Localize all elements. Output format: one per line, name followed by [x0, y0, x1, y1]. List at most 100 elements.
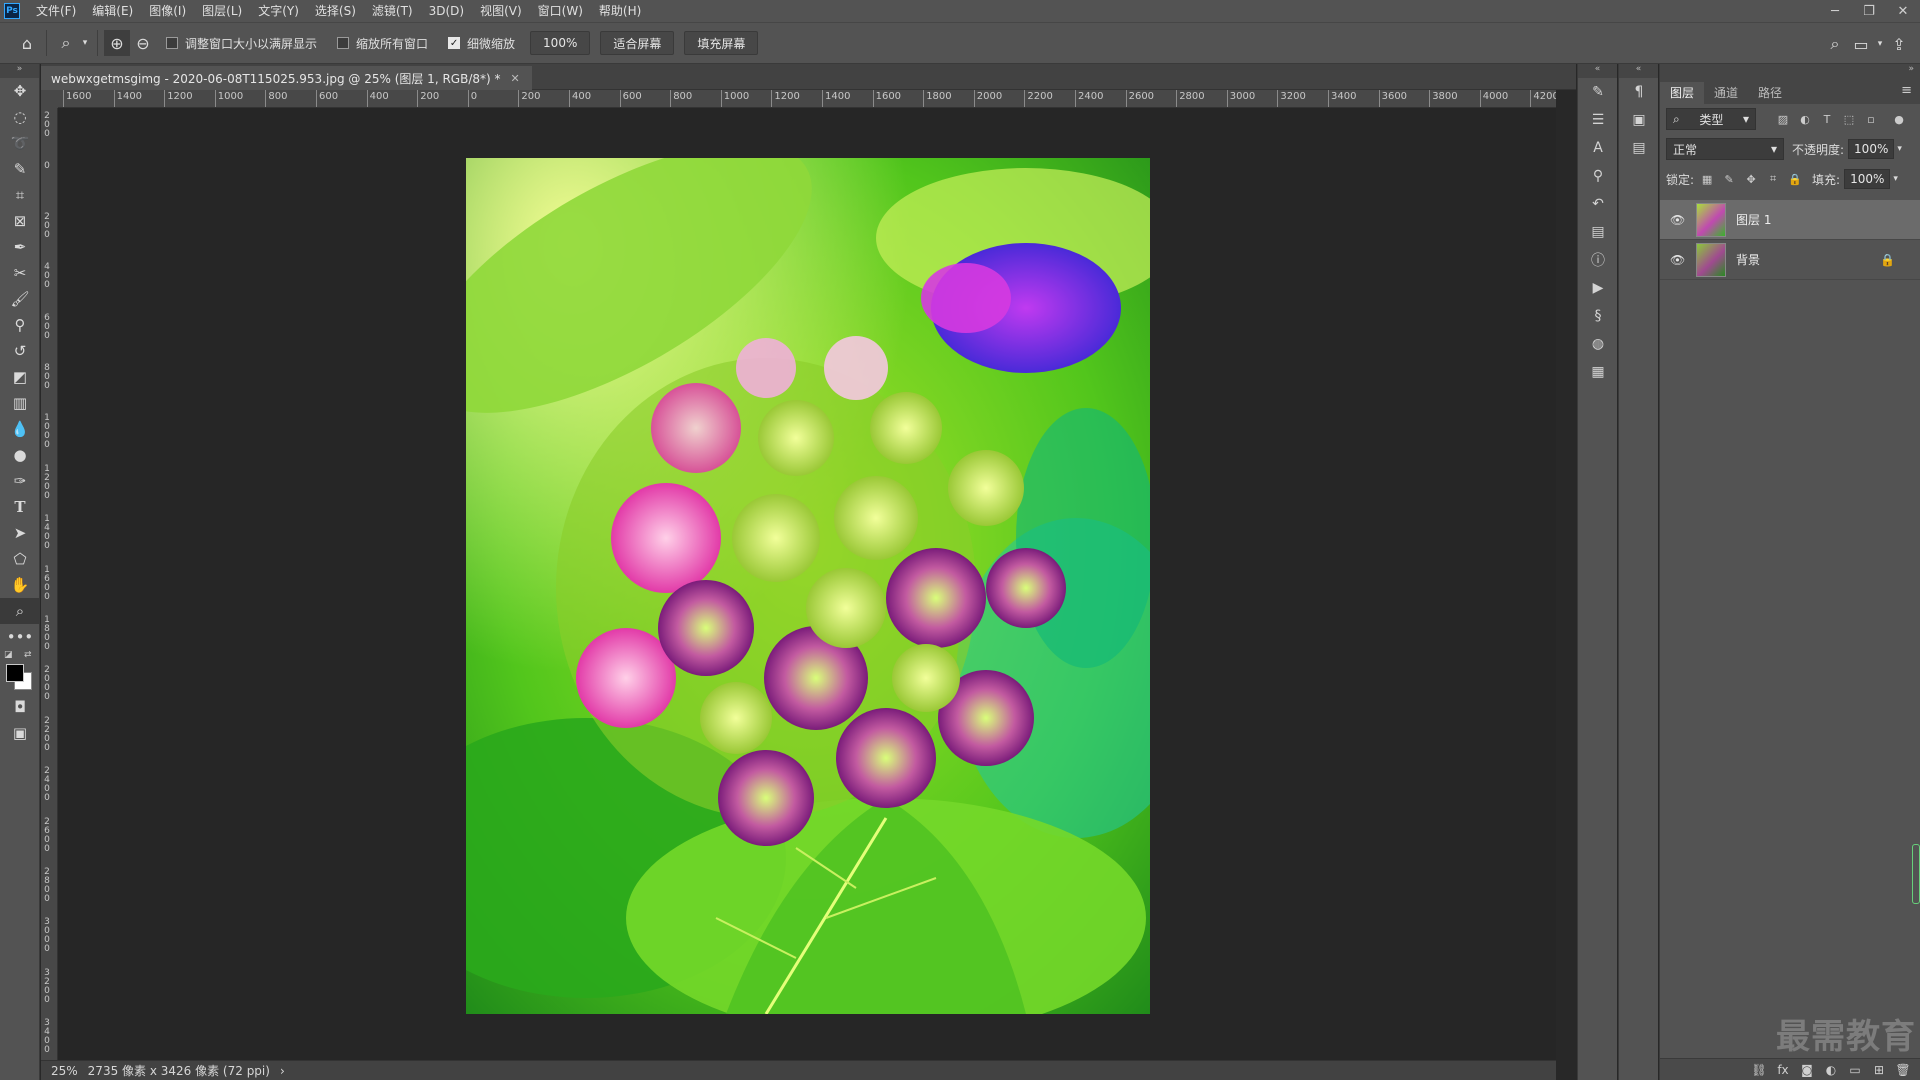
tab-paths[interactable]: 路径 [1748, 82, 1792, 104]
filter-pixel-icon[interactable]: ▨ [1774, 110, 1792, 128]
color-icon[interactable]: ◍ [1578, 330, 1618, 358]
eraser-tool-icon[interactable]: ◩ [0, 364, 40, 390]
chevron-down-icon[interactable]: ▾ [1874, 31, 1886, 57]
default-colors-icon[interactable]: ◪ [4, 650, 13, 660]
ruler-origin[interactable] [41, 90, 58, 108]
glyphs-icon[interactable]: § [1578, 302, 1618, 330]
share-icon[interactable]: ⇪ [1886, 31, 1912, 57]
collapse-panels-icon[interactable]: « [1578, 64, 1617, 78]
canvas-area[interactable] [58, 108, 1556, 1060]
quick-mask-icon[interactable]: ◘ [0, 694, 40, 720]
filter-adjustment-icon[interactable]: ◐ [1796, 110, 1814, 128]
close-icon[interactable]: ✕ [1886, 0, 1920, 22]
chevron-down-icon[interactable]: ▾ [79, 30, 91, 56]
pen-tool-icon[interactable]: ✑ [0, 468, 40, 494]
frame-tool-icon[interactable]: ⊠ [0, 208, 40, 234]
lock-pixels-icon[interactable]: ✎ [1720, 170, 1738, 188]
fit-screen-button[interactable]: 适合屏幕 [600, 31, 675, 55]
path-select-tool-icon[interactable]: ➤ [0, 520, 40, 546]
menu-help[interactable]: 帮助(H) [591, 0, 649, 22]
layer-filter-select[interactable]: ⌕ 类型 ▾ [1666, 108, 1756, 130]
history-brush-tool-icon[interactable]: ↺ [0, 338, 40, 364]
filter-smart-object-icon[interactable]: ▫ [1862, 110, 1880, 128]
filter-toggle-icon[interactable]: ● [1890, 110, 1908, 128]
menu-edit[interactable]: 编辑(E) [84, 0, 141, 22]
zoom-tool-preset-icon[interactable]: ⌕ [53, 30, 79, 56]
tab-layers[interactable]: 图层 [1660, 82, 1705, 104]
new-group-icon[interactable]: ▭ [1843, 1063, 1867, 1077]
visibility-eye-icon[interactable]: 👁 [1670, 253, 1688, 267]
chevron-down-icon[interactable]: ▾ [1897, 144, 1902, 154]
layer-style-icon[interactable]: fx [1771, 1063, 1795, 1077]
healing-tool-icon[interactable]: ✂ [0, 260, 40, 286]
foreground-color-swatch[interactable] [6, 664, 24, 682]
menu-type[interactable]: 文字(Y) [250, 0, 307, 22]
zoom-all-option[interactable]: 缩放所有窗口 [337, 35, 428, 52]
screen-mode-icon[interactable]: ▣ [0, 720, 40, 746]
zoom-out-icon[interactable]: ⊖ [130, 30, 156, 56]
menu-select[interactable]: 选择(S) [307, 0, 364, 22]
notes-icon[interactable]: ▤ [1619, 134, 1659, 162]
eyedropper-tool-icon[interactable]: ✒ [0, 234, 40, 260]
filter-shape-icon[interactable]: ⬚ [1840, 110, 1858, 128]
zoom-in-icon[interactable]: ⊕ [104, 30, 130, 56]
workspace-icon[interactable]: ▭ [1848, 31, 1874, 57]
visibility-eye-icon[interactable]: 👁 [1670, 213, 1688, 227]
status-menu-arrow-icon[interactable]: › [280, 1064, 285, 1078]
brush-tool-icon[interactable]: 🖌 [0, 286, 40, 312]
actions-icon[interactable]: ▶ [1578, 274, 1618, 302]
menu-window[interactable]: 窗口(W) [530, 0, 591, 22]
collapse-toolbar-icon[interactable]: » [0, 64, 39, 78]
fill-screen-button[interactable]: 填充屏幕 [684, 31, 759, 55]
lock-position-icon[interactable]: ✥ [1742, 170, 1760, 188]
minimize-icon[interactable]: ─ [1818, 0, 1852, 22]
quick-select-tool-icon[interactable]: ✎ [0, 156, 40, 182]
brush-settings-icon[interactable]: ✎ [1578, 78, 1618, 106]
fill-input[interactable]: 100% [1844, 169, 1891, 189]
gradient-tool-icon[interactable]: ▥ [0, 390, 40, 416]
new-layer-icon[interactable]: ⊞ [1867, 1063, 1891, 1077]
restore-icon[interactable]: ❐ [1852, 0, 1886, 22]
dodge-tool-icon[interactable]: ● [0, 442, 40, 468]
lock-transparency-icon[interactable]: ▦ [1698, 170, 1716, 188]
scrubby-zoom-option[interactable]: ✓ 细微缩放 [448, 35, 515, 52]
resize-windows-option[interactable]: 调整窗口大小以满屏显示 [166, 35, 317, 52]
home-icon[interactable]: ⌂ [14, 30, 40, 56]
menu-image[interactable]: 图像(I) [141, 0, 194, 22]
zoom-tool-icon[interactable]: ⌕ [0, 598, 40, 624]
search-icon[interactable]: ⌕ [1822, 31, 1848, 57]
menu-3d[interactable]: 3D(D) [421, 0, 472, 22]
lasso-tool-icon[interactable]: ➰ [0, 130, 40, 156]
vertical-ruler[interactable]: 200 0 200 400 600 800 1000 1200 1400 1600 1800 2000… [41, 108, 58, 1060]
document-tab[interactable]: webwxgetmsgimg - 2020-06-08T115025.953.j… [41, 66, 532, 90]
zoom-level[interactable]: 25% [51, 1064, 78, 1078]
libraries-icon[interactable]: ▣ [1619, 106, 1659, 134]
menu-filter[interactable]: 滤镜(T) [364, 0, 421, 22]
opacity-input[interactable]: 100% [1848, 139, 1895, 159]
adjustment-layer-icon[interactable]: ◐ [1819, 1063, 1843, 1077]
properties-icon[interactable]: ▤ [1578, 218, 1618, 246]
panel-scrollbar[interactable] [1912, 844, 1920, 904]
link-layers-icon[interactable]: ⛓ [1747, 1063, 1771, 1077]
layer-mask-icon[interactable]: ◙ [1795, 1063, 1819, 1077]
character-icon[interactable]: A [1578, 134, 1618, 162]
menu-layer[interactable]: 图层(L) [194, 0, 250, 22]
collapse-layers-icon[interactable]: » [1660, 64, 1920, 78]
info-icon[interactable]: ⓘ [1578, 246, 1618, 274]
blur-tool-icon[interactable]: 💧 [0, 416, 40, 442]
lock-artboard-icon[interactable]: ⌗ [1764, 170, 1782, 188]
clone-source-icon[interactable]: ⚲ [1578, 162, 1618, 190]
delete-layer-icon[interactable]: 🗑 [1891, 1063, 1915, 1077]
hand-tool-icon[interactable]: ✋ [0, 572, 40, 598]
close-tab-icon[interactable]: ✕ [511, 72, 520, 85]
horizontal-ruler[interactable]: 1600 1400 1200 1000 800 600 400 200 0 200 400 600 80… [58, 90, 1556, 108]
menu-view[interactable]: 视图(V) [472, 0, 530, 22]
filter-type-icon[interactable]: T [1818, 110, 1836, 128]
swap-colors-icon[interactable]: ⇄ [24, 650, 32, 660]
chevron-down-icon[interactable]: ▾ [1893, 174, 1898, 184]
swatches-icon[interactable]: ▦ [1578, 358, 1618, 386]
history-icon[interactable]: ↶ [1578, 190, 1618, 218]
document-image[interactable] [466, 158, 1150, 1014]
zoom-100-button[interactable]: 100% [530, 31, 591, 55]
scrubby-zoom-checkbox[interactable]: ✓ [448, 37, 461, 49]
